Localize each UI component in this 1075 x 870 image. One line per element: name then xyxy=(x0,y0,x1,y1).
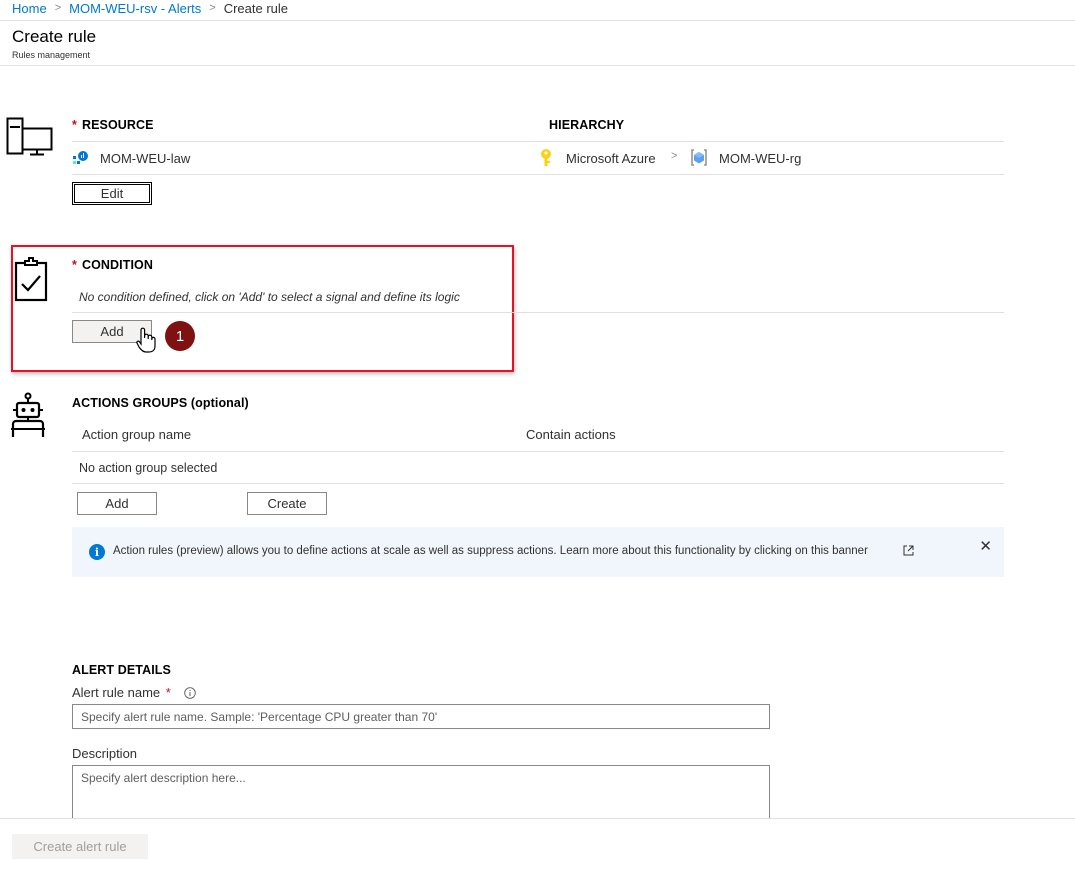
hierarchy-chevron-icon: > xyxy=(671,150,678,162)
description-label: Description xyxy=(72,746,138,761)
condition-label-text: CONDITION xyxy=(81,258,154,272)
breadcrumb-chevron-icon: > xyxy=(209,2,216,14)
hierarchy-subscription[interactable]: Microsoft Azure xyxy=(566,151,656,166)
divider xyxy=(72,174,1004,175)
breadcrumb-alerts-link[interactable]: MOM-WEU-rsv - Alerts xyxy=(69,1,201,16)
alert-rule-name-label-text: Alert rule name xyxy=(72,685,161,700)
resource-name[interactable]: MOM-WEU-law xyxy=(100,151,190,166)
actions-empty-text: No action group selected xyxy=(79,461,218,475)
page-subtitle: Rules management xyxy=(12,50,91,60)
key-icon xyxy=(541,149,551,166)
external-link-icon[interactable] xyxy=(903,545,914,556)
breadcrumb-current: Create rule xyxy=(223,0,289,16)
required-marker: * xyxy=(72,118,77,132)
footer-bar xyxy=(0,819,1075,870)
hierarchy-label: HIERARCHY xyxy=(549,118,625,132)
column-header-action-group-name: Action group name xyxy=(82,427,192,442)
alert-details-label: ALERT DETAILS xyxy=(72,663,171,677)
alert-rule-name-label: Alert rule name * xyxy=(72,685,176,700)
close-icon[interactable]: ✕ xyxy=(979,537,992,555)
action-rules-banner[interactable]: i Action rules (preview) allows you to d… xyxy=(72,527,1004,577)
divider xyxy=(0,65,1075,66)
banner-text[interactable]: Action rules (preview) allows you to def… xyxy=(113,545,868,557)
divider xyxy=(72,483,1004,484)
log-analytics-workspace-icon xyxy=(73,151,88,164)
resource-group-icon xyxy=(691,149,707,166)
add-action-group-button[interactable]: Add xyxy=(77,492,157,515)
divider xyxy=(0,20,1075,21)
clipboard-check-icon xyxy=(14,257,48,302)
resource-label-text: RESOURCE xyxy=(81,118,154,132)
hierarchy-resource-group[interactable]: MOM-WEU-rg xyxy=(719,151,801,166)
actions-groups-label: ACTIONS GROUPS (optional) xyxy=(72,396,249,410)
info-tooltip-icon[interactable] xyxy=(184,687,196,699)
step-badge: 1 xyxy=(165,321,195,351)
robot-icon xyxy=(11,392,45,437)
divider xyxy=(72,312,1004,313)
divider xyxy=(72,141,1004,142)
required-marker: * xyxy=(165,685,171,700)
condition-label: * CONDITION xyxy=(72,258,153,272)
divider xyxy=(72,451,1004,452)
computer-monitor-icon xyxy=(6,117,53,156)
page-title: Create rule xyxy=(12,27,97,46)
hand-cursor-icon xyxy=(136,327,156,353)
breadcrumb: Home > MOM-WEU-rsv - Alerts > Create rul… xyxy=(12,0,288,16)
info-icon: i xyxy=(89,544,105,560)
breadcrumb-home-link[interactable]: Home xyxy=(12,1,47,16)
edit-resource-button[interactable]: Edit xyxy=(72,182,152,205)
column-header-contain-actions: Contain actions xyxy=(526,427,616,442)
condition-empty-text: No condition defined, click on 'Add' to … xyxy=(79,290,460,304)
create-alert-rule-button[interactable]: Create alert rule xyxy=(12,834,148,859)
create-action-group-button[interactable]: Create xyxy=(247,492,327,515)
breadcrumb-chevron-icon: > xyxy=(54,2,62,14)
resource-label: * RESOURCE xyxy=(72,118,154,132)
description-textarea[interactable] xyxy=(72,765,770,825)
required-marker: * xyxy=(72,258,77,272)
alert-rule-name-input[interactable] xyxy=(72,704,770,729)
